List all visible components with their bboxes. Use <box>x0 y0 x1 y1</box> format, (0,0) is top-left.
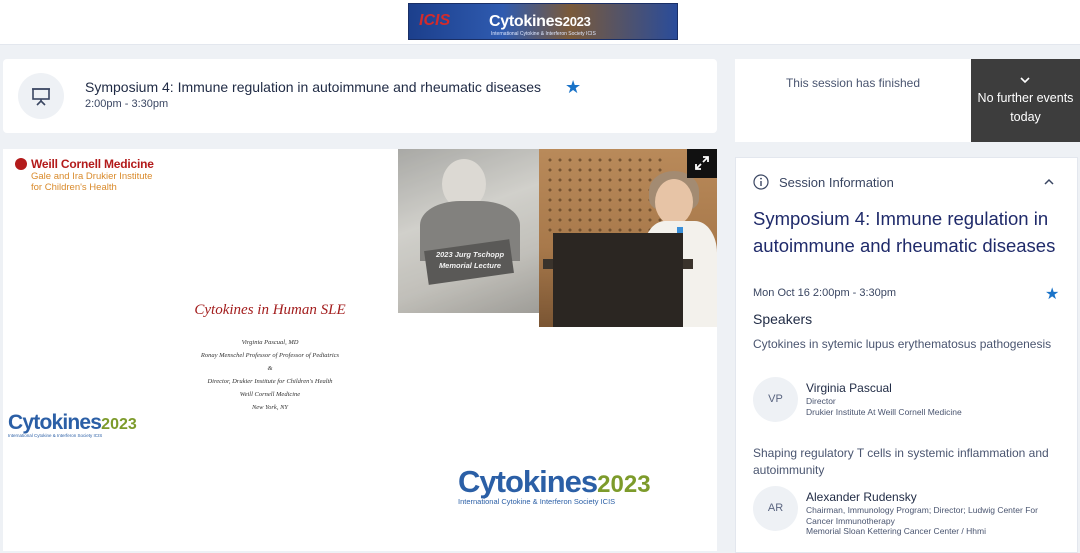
info-session-date: Mon Oct 16 2:00pm - 3:30pm <box>753 287 897 299</box>
institution-name: Weill Cornell Medicine <box>31 157 154 171</box>
session-information-label: Session Information <box>779 175 894 190</box>
photo-memorial-lecture: 2023 Jurg Tschopp Memorial Lecture <box>398 149 539 313</box>
avatar: AR <box>753 486 798 531</box>
session-information-panel: Session Information Symposium 4: Immune … <box>735 157 1078 553</box>
conference-banner[interactable]: ICIS Cytokines2023 International Cytokin… <box>408 3 678 40</box>
presentation-board-icon <box>18 73 64 119</box>
top-bar: ICIS Cytokines2023 International Cytokin… <box>0 0 1080 45</box>
next-events-label: No further events today <box>977 91 1074 124</box>
favorite-star-icon[interactable]: ★ <box>1045 284 1059 304</box>
favorite-star-icon[interactable]: ★ <box>565 77 581 98</box>
institution-dept-line1: Gale and Ira Drukier Institute <box>31 171 153 182</box>
cytokines-logo-small: Cytokines2023 International Cytokine & I… <box>8 411 137 438</box>
slide-line: & <box>267 365 273 372</box>
chevron-up-icon[interactable] <box>1043 178 1055 186</box>
slide-line: Director, Drukier Institute for Children… <box>207 378 333 385</box>
avatar: VP <box>753 377 798 422</box>
speaker-affiliation: Chairman, Immunology Program; Director; … <box>806 505 1038 536</box>
slide-author-block: Virginia Pascual, MD Ronay Menschel Prof… <box>3 336 537 414</box>
speaker-affiliation: Director Drukier Institute At Weill Corn… <box>806 396 962 417</box>
talk-title: Cytokines in sytemic lupus erythematosus… <box>753 337 1052 351</box>
icis-logo-text: ICIS <box>419 12 451 29</box>
talk-title: Shaping regulatory T cells in systemic i… <box>753 446 1049 477</box>
cytokines-logo-large: Cytokines2023 International Cytokine & I… <box>458 464 651 506</box>
banner-title: Cytokines2023 <box>489 13 591 30</box>
speaker-name: Virginia Pascual <box>806 381 892 395</box>
video-player[interactable]: Weill Cornell Medicine Gale and Ira Druk… <box>3 149 717 551</box>
slide-line: Virginia Pascual, MD <box>241 339 299 346</box>
banner-subtitle: International Cytokine & Interferon Soci… <box>491 31 596 37</box>
session-finished-message: This session has finished <box>785 76 921 90</box>
session-title: Symposium 4: Immune regulation in autoim… <box>85 79 542 95</box>
session-header-card: Symposium 4: Immune regulation in autoim… <box>3 59 717 133</box>
institution-dept-line2: for Children's Health <box>31 182 117 193</box>
info-session-title: Symposium 4: Immune regulation in autoim… <box>753 208 1056 256</box>
speakers-heading: Speakers <box>753 311 813 327</box>
chevron-down-icon <box>1020 77 1030 84</box>
weill-cornell-logo: Weill Cornell Medicine Gale and Ira Druk… <box>15 157 154 193</box>
slide-line: Weill Cornell Medicine <box>239 391 301 398</box>
speaker-name: Alexander Rudensky <box>806 490 917 504</box>
session-status-card: This session has finished No further eve… <box>735 59 1080 142</box>
info-icon <box>753 174 769 190</box>
memorial-caption: 2023 Jurg Tschopp Memorial Lecture <box>435 250 505 270</box>
session-time: 2:00pm - 3:30pm <box>85 98 169 110</box>
slide-line: Ronay Menschel Professor of Professor of… <box>200 352 340 359</box>
next-events-button[interactable]: No further events today <box>971 59 1080 142</box>
crest-icon <box>15 158 27 170</box>
fullscreen-expand-icon[interactable] <box>687 149 717 178</box>
